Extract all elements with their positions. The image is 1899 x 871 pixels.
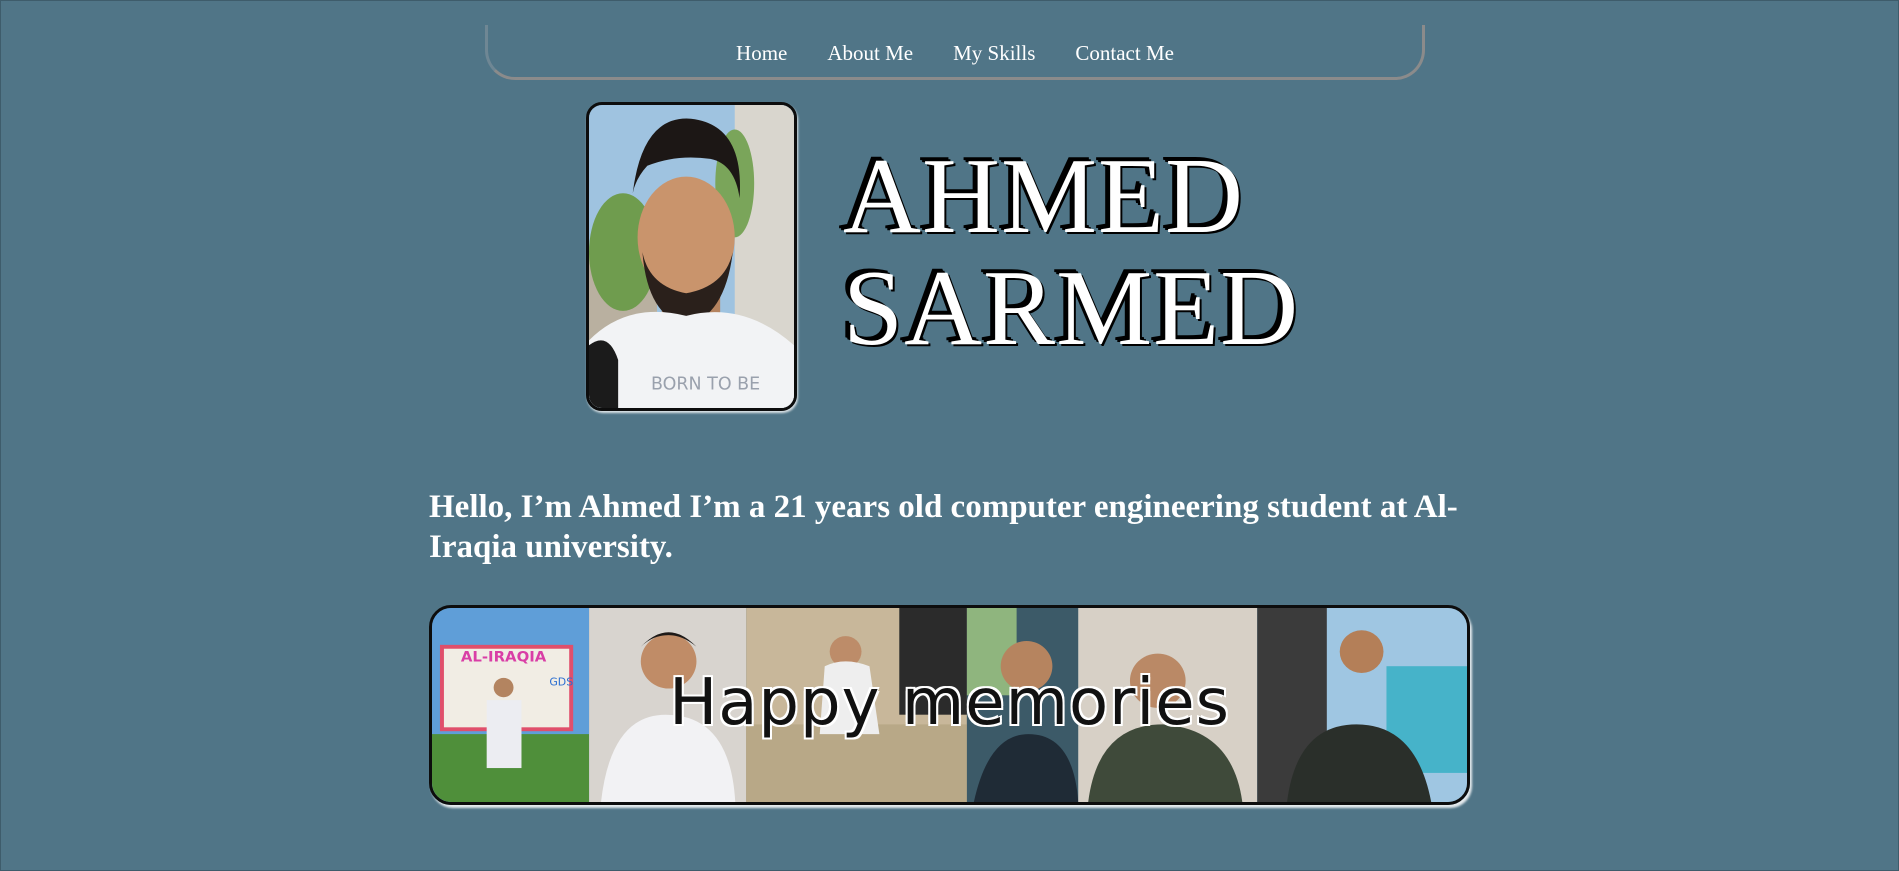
nav-item-about: About Me (827, 41, 913, 66)
nav-link-contact[interactable]: Contact Me (1075, 41, 1174, 65)
profile-photo: BORN TO BE (586, 102, 797, 411)
nav-item-home: Home (736, 41, 787, 66)
memories-banner: AL-IRAQIA GDS Happy memories (429, 605, 1470, 805)
intro-text: Hello, I’m Ahmed I’m a 21 years old comp… (429, 489, 1458, 565)
memories-caption: Happy memories (669, 666, 1230, 740)
top-navigation: Home About Me My Skills Contact Me (485, 25, 1425, 80)
nav-link-about[interactable]: About Me (827, 41, 913, 65)
nav-link-skills[interactable]: My Skills (953, 41, 1035, 65)
sign-text: AL-IRAQIA (461, 649, 547, 666)
hero-first-name: AHMED (843, 137, 1244, 256)
nav-list: Home About Me My Skills Contact Me (736, 41, 1174, 66)
shirt-text: BORN TO BE (651, 374, 760, 394)
nav-link-home[interactable]: Home (736, 41, 787, 65)
nav-item-contact: Contact Me (1075, 41, 1174, 66)
profile-photo-image: BORN TO BE (589, 105, 794, 408)
hero-name: AHMED SARMED (843, 141, 1299, 365)
nav-item-skills: My Skills (953, 41, 1035, 66)
hero-last-name: SARMED (843, 249, 1300, 368)
